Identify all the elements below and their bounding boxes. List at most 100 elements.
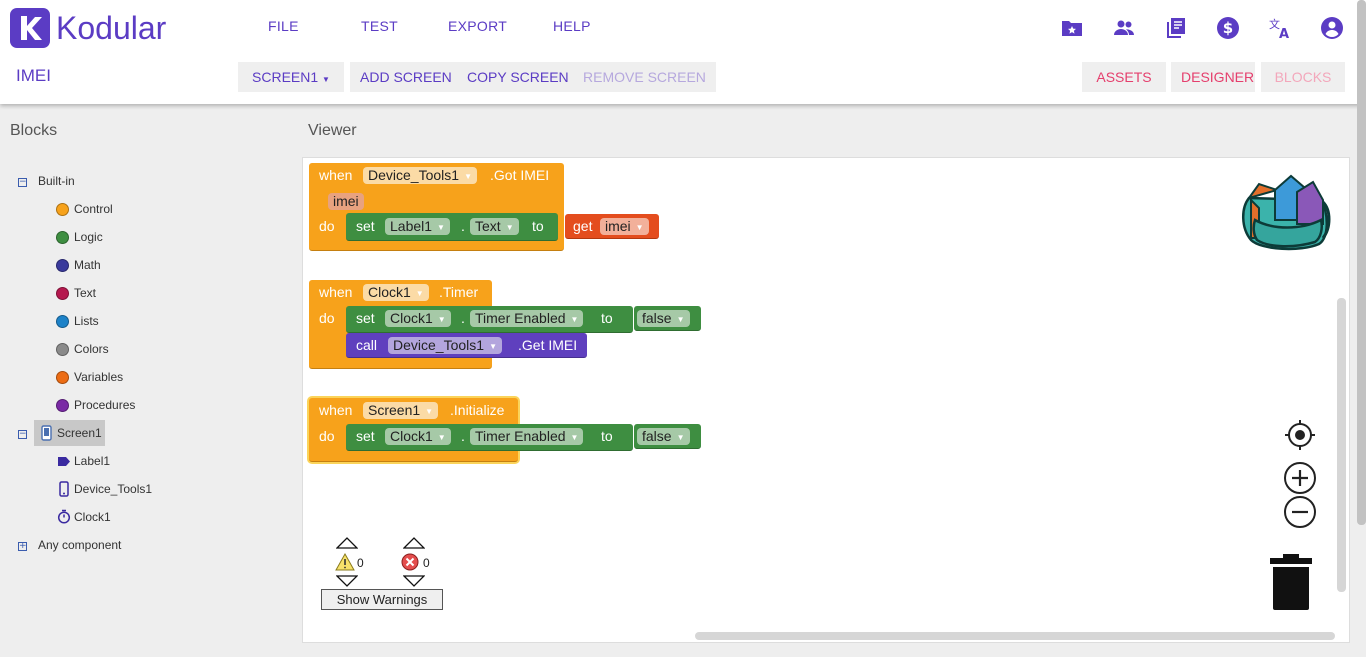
backpack-icon[interactable] xyxy=(1237,168,1333,254)
designer-button[interactable]: DESIGNER xyxy=(1171,62,1255,92)
property-dropdown[interactable]: Text ▼ xyxy=(470,218,519,235)
tree-category-colors[interactable]: Colors xyxy=(74,342,109,356)
target-dropdown-label: Label1 xyxy=(390,218,433,234)
tree-category-variables[interactable]: Variables xyxy=(74,370,123,384)
component-dropdown-label: Screen1 xyxy=(368,402,421,418)
target-dropdown-label: Clock1 xyxy=(390,310,433,326)
vertical-scrollbar[interactable] xyxy=(1337,298,1346,592)
property-dropdown-label: Timer Enabled xyxy=(475,310,566,326)
when-keyword: when xyxy=(319,167,353,183)
when-keyword: when xyxy=(319,284,353,300)
logo-text[interactable]: Kodular xyxy=(56,10,166,47)
set-timer-enabled-block[interactable]: set Clock1 ▼ . Timer Enabled ▼ to xyxy=(346,306,633,333)
horizontal-scrollbar[interactable] xyxy=(695,632,1335,640)
false-block[interactable]: false ▼ xyxy=(634,306,701,331)
blocks-workspace[interactable]: when Device_Tools1 ▼ .Got IMEI imei do se… xyxy=(302,157,1350,643)
blocks-button[interactable]: BLOCKS xyxy=(1261,62,1345,92)
target-dropdown-label: Clock1 xyxy=(390,428,433,444)
tree-screen1[interactable]: Screen1 xyxy=(34,420,105,446)
tree-category-logic[interactable]: Logic xyxy=(74,230,103,244)
dropdown-arrow-icon: ▼ xyxy=(635,222,644,232)
copy-screen-button[interactable]: COPY SCREEN xyxy=(457,62,579,92)
set-keyword: set xyxy=(356,428,375,444)
assets-button[interactable]: ASSETS xyxy=(1082,62,1166,92)
screen-select[interactable]: SCREEN1 ▼ xyxy=(238,62,344,92)
false-block[interactable]: false ▼ xyxy=(634,424,701,449)
component-dropdown[interactable]: Device_Tools1 ▼ xyxy=(388,337,502,354)
trash-icon[interactable] xyxy=(1269,554,1313,610)
people-icon[interactable] xyxy=(1112,16,1136,40)
tree-any-component[interactable]: Any component xyxy=(38,538,121,552)
label-tag-icon xyxy=(58,457,70,466)
error-next-icon[interactable] xyxy=(403,575,425,587)
get-imei-block[interactable]: get imei ▼ xyxy=(565,214,659,239)
dropdown-arrow-icon: ▼ xyxy=(489,341,497,351)
param-imei[interactable]: imei xyxy=(328,193,364,210)
property-dropdown[interactable]: Timer Enabled ▼ xyxy=(470,428,584,445)
tree-category-control[interactable]: Control xyxy=(74,202,113,216)
call-get-imei-block[interactable]: call Device_Tools1 ▼ .Get IMEI xyxy=(346,333,587,358)
library-icon[interactable] xyxy=(1164,16,1188,40)
translate-icon[interactable]: 文A xyxy=(1268,16,1292,40)
do-keyword: do xyxy=(319,428,335,444)
call-keyword: call xyxy=(356,337,378,353)
error-prev-icon[interactable] xyxy=(403,537,425,549)
tree-category-text[interactable]: Text xyxy=(74,286,96,300)
dropdown-arrow-icon: ▼ xyxy=(425,406,434,416)
phone-icon xyxy=(41,425,52,441)
tree-label1[interactable]: Label1 xyxy=(74,454,110,468)
set-timer-enabled-block[interactable]: set Clock1 ▼ . Timer Enabled ▼ to xyxy=(346,424,633,451)
component-dropdown[interactable]: Screen1 ▼ xyxy=(363,402,439,419)
show-warnings-button[interactable]: Show Warnings xyxy=(321,589,443,610)
account-icon[interactable] xyxy=(1320,16,1344,40)
collapse-builtin-icon[interactable]: − xyxy=(18,178,27,187)
page-scrollbar[interactable] xyxy=(1357,0,1366,525)
target-dropdown[interactable]: Clock1 ▼ xyxy=(385,310,451,327)
boolean-dropdown-label: false xyxy=(642,428,672,444)
to-keyword: to xyxy=(601,428,613,444)
menu-help[interactable]: HELP xyxy=(553,18,591,34)
dollar-icon[interactable]: $ xyxy=(1216,16,1240,40)
category-color-dot xyxy=(56,343,69,356)
get-keyword: get xyxy=(573,218,593,234)
remove-screen-button[interactable]: REMOVE SCREEN xyxy=(573,62,716,92)
category-color-dot xyxy=(56,315,69,328)
menu-test[interactable]: TEST xyxy=(361,18,398,34)
tree-category-math[interactable]: Math xyxy=(74,258,101,272)
svg-text:$: $ xyxy=(1223,19,1233,37)
zoom-out-icon[interactable] xyxy=(1283,495,1317,529)
zoom-in-icon[interactable] xyxy=(1283,461,1317,495)
component-dropdown[interactable]: Clock1 ▼ xyxy=(363,284,429,301)
tree-category-lists[interactable]: Lists xyxy=(74,314,99,328)
dropdown-arrow-icon: ▼ xyxy=(415,288,424,298)
target-dropdown[interactable]: Label1 ▼ xyxy=(385,218,450,235)
add-screen-button[interactable]: ADD SCREEN xyxy=(350,62,462,92)
method-name: .Get IMEI xyxy=(518,337,578,353)
category-color-dot xyxy=(56,287,69,300)
do-keyword: do xyxy=(319,310,335,326)
stopwatch-icon xyxy=(57,509,71,524)
folder-star-icon[interactable] xyxy=(1060,16,1084,40)
collapse-screen1-icon[interactable]: − xyxy=(18,430,27,439)
tree-builtin[interactable]: Built-in xyxy=(38,174,75,188)
set-label-text-block[interactable]: set Label1 ▼ . Text ▼ to xyxy=(346,213,558,241)
tree-clock1[interactable]: Clock1 xyxy=(74,510,111,524)
tree-category-procedures[interactable]: Procedures xyxy=(74,398,135,412)
menu-export[interactable]: EXPORT xyxy=(448,18,507,34)
boolean-dropdown[interactable]: false ▼ xyxy=(637,310,690,327)
dropdown-arrow-icon: ▼ xyxy=(570,432,579,442)
property-dropdown[interactable]: Timer Enabled ▼ xyxy=(470,310,584,327)
tree-device-tools1[interactable]: Device_Tools1 xyxy=(74,482,152,496)
expand-any-component-icon[interactable]: + xyxy=(18,542,27,551)
dropdown-arrow-icon: ▼ xyxy=(676,432,685,442)
boolean-dropdown[interactable]: false ▼ xyxy=(637,428,690,445)
category-color-dot xyxy=(56,259,69,272)
warning-next-icon[interactable] xyxy=(336,575,358,587)
recenter-icon[interactable] xyxy=(1284,419,1316,451)
variable-dropdown[interactable]: imei ▼ xyxy=(600,218,649,235)
component-dropdown[interactable]: Device_Tools1 ▼ xyxy=(363,167,477,184)
target-dropdown[interactable]: Clock1 ▼ xyxy=(385,428,451,445)
menu-file[interactable]: FILE xyxy=(268,18,299,34)
kodular-logo-icon[interactable] xyxy=(10,8,50,48)
warning-prev-icon[interactable] xyxy=(336,537,358,549)
